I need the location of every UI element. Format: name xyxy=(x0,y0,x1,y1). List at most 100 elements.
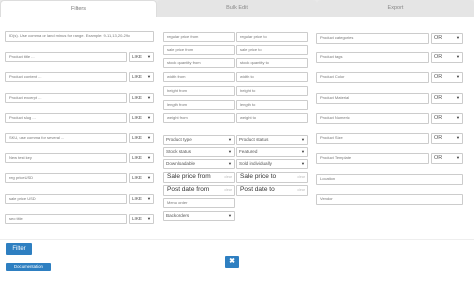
location-input[interactable]: Location xyxy=(316,174,463,185)
like-label: LIKE xyxy=(132,54,142,59)
chevron-down-icon: ▼ xyxy=(228,161,232,166)
sale-price-like-select[interactable]: LIKE ▼ xyxy=(129,194,154,204)
chevron-down-icon: ▼ xyxy=(147,155,151,160)
product-color-input[interactable]: Product Color xyxy=(316,72,429,83)
chevron-down-icon: ▼ xyxy=(301,161,305,166)
tab-filters[interactable]: Filters xyxy=(0,0,157,17)
product-material-input[interactable]: Product Material xyxy=(316,93,429,104)
close-icon[interactable]: ✖ xyxy=(225,256,239,268)
chevron-down-icon: ▼ xyxy=(147,95,151,100)
product-tags-or-select[interactable]: OR ▼ xyxy=(431,52,463,63)
clear-link[interactable]: clear xyxy=(297,186,305,194)
product-material-or-select[interactable]: OR ▼ xyxy=(431,93,463,104)
product-excerpt-input[interactable]: Product excerpt ... xyxy=(5,93,127,103)
product-color-or-select[interactable]: OR ▼ xyxy=(431,72,463,83)
chevron-down-icon: ▼ xyxy=(228,137,232,142)
seo-title-like-select[interactable]: LIKE ▼ xyxy=(129,214,154,224)
like-label: LIKE xyxy=(132,115,142,120)
vendor-input[interactable]: Vendor xyxy=(316,194,463,205)
product-numeric-or-select[interactable]: OR ▼ xyxy=(431,113,463,124)
stock-status-select[interactable]: Stock status ▼ xyxy=(163,147,235,157)
stock-quantity-from-input[interactable]: stock quantity from xyxy=(163,58,235,68)
product-size-or-select[interactable]: OR ▼ xyxy=(431,133,463,144)
product-numeric-input[interactable]: Product Numeric xyxy=(316,113,429,124)
product-type-select[interactable]: Product type ▼ xyxy=(163,135,235,145)
weight-to-input[interactable]: weight to xyxy=(236,113,308,123)
downloadable-label: Downloadable xyxy=(166,161,196,166)
or-label: OR xyxy=(434,155,443,161)
product-template-or-select[interactable]: OR ▼ xyxy=(431,153,463,164)
menu-order-input[interactable]: Menu order xyxy=(163,198,235,208)
sale-price-from-date[interactable]: Sale price from clear xyxy=(163,172,235,183)
product-tags-input[interactable]: Product tags xyxy=(316,52,429,63)
or-label: OR xyxy=(434,135,443,141)
regular-price-from-input[interactable]: regular price from xyxy=(163,32,235,42)
chevron-down-icon: ▼ xyxy=(456,135,460,140)
filter-button[interactable]: Filter xyxy=(6,243,32,255)
chevron-down-icon: ▼ xyxy=(147,74,151,79)
chevron-down-icon: ▼ xyxy=(456,74,460,79)
product-content-input[interactable]: Product content ... xyxy=(5,72,127,82)
or-label: OR xyxy=(434,95,443,101)
sale-price-to-label: Sale price to xyxy=(240,173,277,180)
sale-price-from-input[interactable]: sale price from xyxy=(163,45,235,55)
chevron-down-icon: ▼ xyxy=(147,54,151,59)
reg-price-like-select[interactable]: LIKE ▼ xyxy=(129,173,154,183)
product-slug-input[interactable]: Product slug ... xyxy=(5,113,127,123)
product-categories-input[interactable]: Product categories xyxy=(316,33,429,44)
post-date-to-label: Post date to xyxy=(240,186,275,193)
product-excerpt-like-select[interactable]: LIKE ▼ xyxy=(129,93,154,103)
length-from-input[interactable]: length from xyxy=(163,100,235,110)
backorders-select[interactable]: Backorders ▼ xyxy=(163,211,235,221)
height-to-input[interactable]: height to xyxy=(236,86,308,96)
chevron-down-icon: ▼ xyxy=(456,115,460,120)
width-to-input[interactable]: width to xyxy=(236,72,308,82)
width-from-input[interactable]: width from xyxy=(163,72,235,82)
product-slug-like-select[interactable]: LIKE ▼ xyxy=(129,113,154,123)
chevron-down-icon: ▼ xyxy=(147,135,151,140)
or-label: OR xyxy=(434,54,443,60)
product-content-like-select[interactable]: LIKE ▼ xyxy=(129,72,154,82)
product-size-input[interactable]: Product Size xyxy=(316,133,429,144)
regular-price-to-input[interactable]: regular price to xyxy=(236,32,308,42)
sold-individually-select[interactable]: Sold individually ▼ xyxy=(236,159,308,169)
clear-link[interactable]: clear xyxy=(297,173,305,181)
downloadable-select[interactable]: Downloadable ▼ xyxy=(163,159,235,169)
chevron-down-icon: ▼ xyxy=(301,137,305,142)
clear-link[interactable]: clear xyxy=(224,186,232,194)
ids-input[interactable]: ID(s). Use comma or land minus for range… xyxy=(5,31,154,42)
product-categories-or-select[interactable]: OR ▼ xyxy=(431,33,463,44)
like-label: LIKE xyxy=(132,155,142,160)
product-status-label: Product status xyxy=(239,137,269,142)
clear-link[interactable]: clear xyxy=(224,173,232,181)
documentation-button[interactable]: Documentation xyxy=(6,263,51,271)
sale-price-to-date[interactable]: Sale price to clear xyxy=(236,172,308,183)
chevron-down-icon: ▼ xyxy=(456,54,460,59)
product-title-like-select[interactable]: LIKE ▼ xyxy=(129,52,154,62)
featured-label: Featured xyxy=(239,149,258,154)
stock-quantity-to-input[interactable]: stock quantity to xyxy=(236,58,308,68)
tab-bulk-edit[interactable]: Bulk Edit xyxy=(157,0,317,17)
chevron-down-icon: ▼ xyxy=(147,175,151,180)
sale-price-to-input[interactable]: sale price to xyxy=(236,45,308,55)
reg-price-input[interactable]: reg priceUSD xyxy=(5,173,127,183)
product-template-input[interactable]: Product Template xyxy=(316,153,429,164)
sku-input[interactable]: SKU, use comma for several ... xyxy=(5,133,127,143)
post-date-to-date[interactable]: Post date to clear xyxy=(236,185,308,196)
new-test-key-like-select[interactable]: LIKE ▼ xyxy=(129,153,154,163)
weight-from-input[interactable]: weight from xyxy=(163,113,235,123)
featured-select[interactable]: Featured ▼ xyxy=(236,147,308,157)
product-status-select[interactable]: Product status ▼ xyxy=(236,135,308,145)
product-title-input[interactable]: Product title ... xyxy=(5,52,127,62)
sale-price-from-label: Sale price from xyxy=(167,173,211,180)
sale-price-input[interactable]: sale price USD xyxy=(5,194,127,204)
chevron-down-icon: ▼ xyxy=(147,115,151,120)
seo-title-input[interactable]: seo title xyxy=(5,214,127,224)
tab-export[interactable]: Export xyxy=(317,0,474,17)
length-to-input[interactable]: length to xyxy=(236,100,308,110)
backorders-label: Backorders xyxy=(166,213,190,218)
height-from-input[interactable]: height from xyxy=(163,86,235,96)
new-test-key-input[interactable]: New test key xyxy=(5,153,127,163)
sku-like-select[interactable]: LIKE ▼ xyxy=(129,133,154,143)
post-date-from-date[interactable]: Post date from clear xyxy=(163,185,235,196)
